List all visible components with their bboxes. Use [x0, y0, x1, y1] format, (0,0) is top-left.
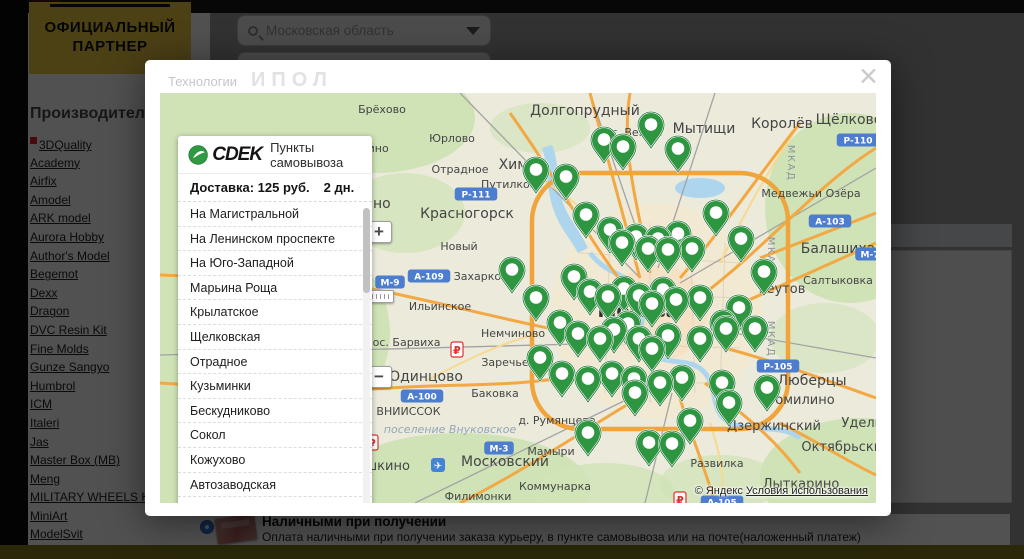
- map-town-label: Отрадное: [431, 163, 488, 176]
- map-town-label: Развилка: [690, 457, 743, 470]
- map-town-label: Щёлково: [816, 112, 876, 128]
- pickup-point-item[interactable]: Крылатское: [178, 300, 372, 325]
- road-badge-label: А-103: [815, 218, 845, 228]
- pickup-point-item[interactable]: Кожухово: [178, 448, 372, 473]
- delivery-days: 2 дн.: [323, 180, 355, 195]
- brand-row: Технологии ИПОЛ: [168, 69, 333, 92]
- map-town-label: Октябрьский: [801, 440, 876, 455]
- road-badge-label: М-7: [861, 251, 876, 261]
- map-town-label: Ильинское: [409, 300, 472, 313]
- map-town-label: Долгопрудный: [530, 103, 640, 119]
- pickup-point-item[interactable]: На Юго-Западной: [178, 251, 372, 276]
- map-town-label: Удельная: [841, 416, 876, 431]
- pickup-point-item[interactable]: Отрадное: [178, 350, 372, 375]
- screen: ОФИЦИАЛЬНЫЙ ПАРТНЕР Производители 3DQual…: [0, 0, 1024, 559]
- brand-logo: ИПОЛ: [251, 69, 333, 91]
- map-town-label: Баковка: [471, 387, 519, 400]
- cdek-pickup-panel: CDEK Пункты самовывоза Доставка: 125 руб…: [178, 136, 372, 503]
- map-town-label: Коммунарка: [519, 480, 591, 493]
- pickup-points-list: На Магистральной На Ленинском проспекте На…: [178, 202, 372, 503]
- ruble-poi-glyph: ₽: [676, 494, 684, 503]
- pickup-point-item[interactable]: На Магистральной: [178, 202, 372, 227]
- pickup-list-scrollbar[interactable]: [363, 208, 370, 503]
- map-town-label: Московский: [461, 454, 549, 470]
- map-town-label: Одинцово: [389, 369, 463, 385]
- pickup-point-item[interactable]: Марьина Роща: [178, 276, 372, 301]
- map-attribution: © Яндекс Условия использования: [695, 485, 868, 497]
- road-badge-label: М-3: [490, 445, 509, 455]
- road-badge-label: М-9: [381, 279, 400, 289]
- cdek-logo-icon: [188, 144, 208, 165]
- map-town-label: Немчиново: [481, 327, 545, 340]
- pickup-point-item[interactable]: Сокол: [178, 423, 372, 448]
- ruble-poi-glyph: ₽: [453, 344, 461, 357]
- pickup-point-item[interactable]: Склад (Дзержинский): [178, 497, 372, 503]
- cdek-logo-text: CDEK: [212, 143, 263, 165]
- airport-glyph: ✈: [434, 461, 442, 472]
- pickup-points-modal: Технологии ИПОЛ ✕ Брёхово Юрлово Отрадно…: [145, 60, 891, 516]
- map-town-label: Королёв: [751, 116, 813, 132]
- pickup-panel-title: Пункты самовывоза: [270, 139, 344, 170]
- delivery-info-row: Доставка: 125 руб. 2 дн.: [178, 174, 372, 202]
- brand-prefix: Технологии: [168, 74, 238, 89]
- pickup-point-item[interactable]: На Ленинском проспекте: [178, 227, 372, 252]
- pickup-point-item[interactable]: Бескудниково: [178, 399, 372, 424]
- pickup-point-item[interactable]: Автозаводская: [178, 473, 372, 498]
- pickup-point-item[interactable]: Щелковская: [178, 325, 372, 350]
- yandex-map[interactable]: БрёховоКозиноЮрловоОтрадноеХимкиДолгопру…: [160, 93, 876, 503]
- map-town-label: пос. Барвиха: [365, 336, 440, 349]
- pickup-point-item[interactable]: Кузьминки: [178, 374, 372, 399]
- road-badge-label: А-105: [707, 499, 737, 504]
- road-badge-label: Р-111: [461, 191, 490, 201]
- road-badge-label: А-109: [414, 273, 444, 283]
- mkad-label: МКАД: [785, 145, 796, 181]
- map-town-label: Брёхово: [358, 103, 406, 116]
- road-badge-label: Р-110: [843, 137, 872, 147]
- map-town-label: Новый: [440, 240, 477, 253]
- map-district-label: поселение Внуковское: [384, 423, 517, 436]
- yandex-copyright: © Яндекс: [694, 485, 743, 497]
- delivery-price: Доставка: 125 руб.: [190, 180, 310, 195]
- cdek-panel-header: CDEK Пункты самовывоза: [178, 136, 372, 174]
- scrollbar-thumb[interactable]: [363, 208, 370, 293]
- terms-of-use-link[interactable]: Условия использования: [746, 485, 868, 497]
- close-icon[interactable]: ✕: [858, 65, 879, 90]
- road-badge-label: А-100: [407, 393, 437, 403]
- map-town-label: Люберцы: [777, 373, 846, 389]
- road-badge-label: Р-105: [763, 363, 792, 373]
- map-town-label: Медвежьи Озёра: [761, 187, 860, 200]
- map-town-label: Салтыковка: [803, 274, 873, 287]
- map-town-label: Юрлово: [429, 132, 475, 145]
- map-town-label: Заречье: [481, 356, 529, 369]
- map-town-label: Красногорск: [420, 206, 514, 222]
- map-town-label: Мытищи: [673, 121, 736, 137]
- map-town-label: Дзержинский: [727, 419, 821, 434]
- map-town-label: Филимонки: [445, 490, 512, 503]
